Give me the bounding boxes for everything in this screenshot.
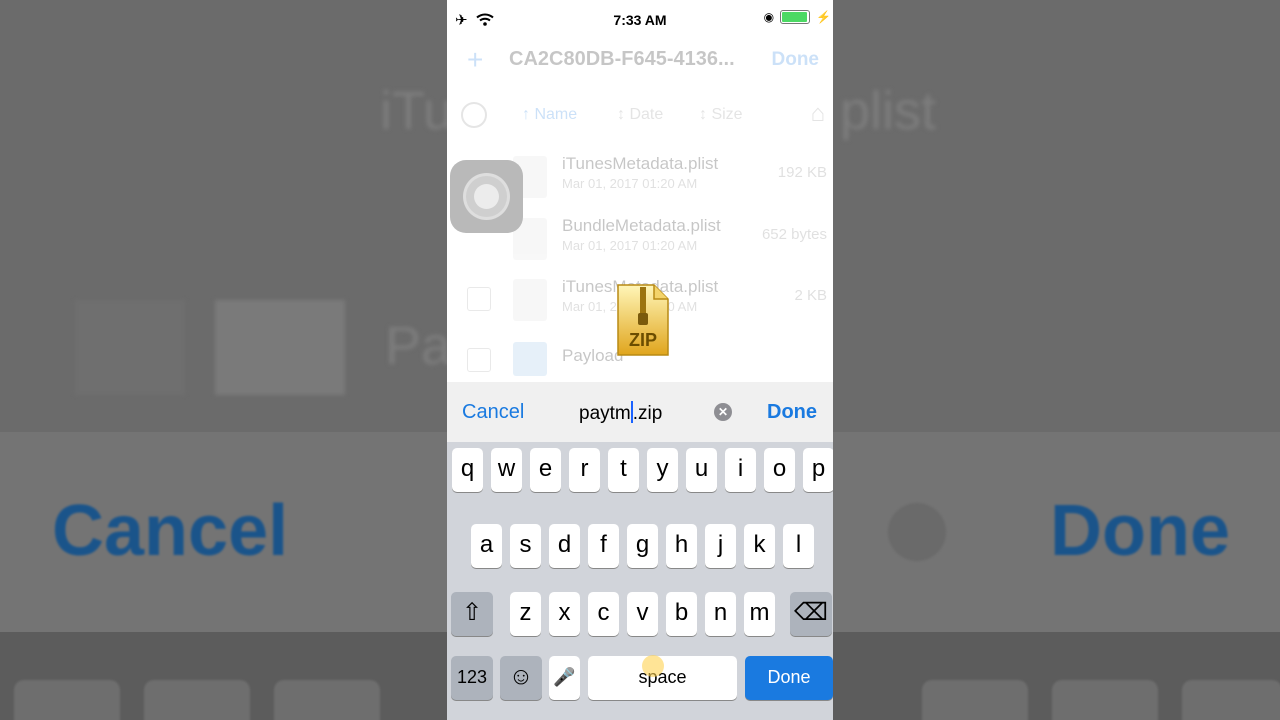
backdrop-key — [1052, 680, 1158, 720]
backdrop-done-text: Done — [1050, 491, 1230, 571]
file-size: 2 KB — [794, 287, 827, 304]
charging-icon: ⚡ — [816, 10, 831, 24]
numbers-key[interactable]: 123 — [451, 656, 493, 700]
zip-label: ZIP — [628, 330, 657, 350]
key-h[interactable]: h — [666, 524, 697, 568]
keyboard: ⇧ ⌫ 123 ☺ 🎤 space Done qwertyuiopasdfghj… — [447, 442, 833, 720]
file-name: BundleMetadata.plist — [562, 216, 721, 235]
sort-by-name[interactable]: ↑ Name — [522, 106, 577, 124]
file-checkbox[interactable] — [467, 348, 491, 372]
backdrop-text-plist: plist — [840, 81, 937, 141]
rename-bar: Cancel paytm .zip ✕ Done — [447, 382, 833, 442]
status-bar: ✈ 7:33 AM ◉ ⚡ — [447, 0, 833, 42]
backdrop-text-pa: Pa — [385, 316, 452, 376]
key-w[interactable]: w — [491, 448, 522, 492]
shift-key[interactable]: ⇧ — [451, 592, 493, 636]
key-r[interactable]: r — [569, 448, 600, 492]
key-m[interactable]: m — [744, 592, 775, 636]
cancel-button[interactable]: Cancel — [462, 401, 524, 424]
folder-icon — [513, 342, 547, 376]
assistive-touch-dot-icon — [474, 184, 499, 209]
backdrop-shape — [75, 300, 185, 395]
assistive-touch-button[interactable] — [450, 160, 523, 233]
backdrop-key — [1182, 680, 1280, 720]
select-all-circle[interactable] — [461, 102, 487, 128]
key-s[interactable]: s — [510, 524, 541, 568]
key-q[interactable]: q — [452, 448, 483, 492]
battery-icon — [780, 10, 811, 24]
done-button[interactable]: Done — [767, 401, 817, 424]
file-date: Mar 01, 2017 01:20 AM — [562, 176, 698, 191]
rotation-lock-icon: ◉ — [763, 10, 775, 24]
backdrop-key — [14, 680, 120, 720]
tag-icon[interactable]: ⌂ — [811, 100, 826, 128]
file-icon — [513, 279, 547, 321]
key-a[interactable]: a — [471, 524, 502, 568]
backdrop-cancel-text: Cancel — [52, 491, 289, 571]
folder-title: CA2C80DB-F645-4136... — [509, 48, 735, 70]
add-icon[interactable]: + — [467, 44, 483, 76]
touch-indicator — [642, 655, 664, 677]
file-size: 652 bytes — [761, 226, 827, 243]
key-l[interactable]: l — [783, 524, 814, 568]
key-k[interactable]: k — [744, 524, 775, 568]
backdrop-key — [922, 680, 1028, 720]
key-p[interactable]: p — [803, 448, 833, 492]
mic-key[interactable]: 🎤 — [549, 656, 580, 700]
key-j[interactable]: j — [705, 524, 736, 568]
sort-by-date[interactable]: ↕ Date — [617, 106, 663, 124]
backdrop-shape — [215, 300, 345, 395]
key-d[interactable]: d — [549, 524, 580, 568]
sort-by-size[interactable]: ↕ Size — [699, 106, 743, 124]
backdrop-key — [144, 680, 250, 720]
key-y[interactable]: y — [647, 448, 678, 492]
file-checkbox[interactable] — [467, 287, 491, 311]
backdrop-clear-icon — [888, 503, 946, 561]
phone-screen: ✈ 7:33 AM ◉ ⚡ + CA2C80DB-F645-4136... Do… — [447, 0, 833, 720]
sort-bar: ↑ Name ↕ Date ↕ Size ⌂ — [447, 98, 833, 132]
key-n[interactable]: n — [705, 592, 736, 636]
key-b[interactable]: b — [666, 592, 697, 636]
file-size: 192 KB — [777, 164, 827, 181]
nav-done-button[interactable]: Done — [772, 49, 820, 71]
key-u[interactable]: u — [686, 448, 717, 492]
key-f[interactable]: f — [588, 524, 619, 568]
key-c[interactable]: c — [588, 592, 619, 636]
backdrop-key — [274, 680, 380, 720]
filename-text-after-caret: .zip — [632, 403, 663, 424]
file-name: Payload — [562, 346, 624, 365]
clear-icon[interactable]: ✕ — [714, 403, 732, 421]
key-i[interactable]: i — [725, 448, 756, 492]
zip-file-icon: ZIP — [616, 283, 670, 357]
key-g[interactable]: g — [627, 524, 658, 568]
key-o[interactable]: o — [764, 448, 795, 492]
keyboard-done-key[interactable]: Done — [745, 656, 833, 700]
file-date: Mar 01, 2017 01:20 AM — [562, 238, 698, 253]
backdrop-text-it: iTu — [380, 81, 454, 141]
file-name: iTunesMetadata.plist — [562, 154, 719, 173]
key-e[interactable]: e — [530, 448, 561, 492]
key-v[interactable]: v — [627, 592, 658, 636]
file-browser-navbar: + CA2C80DB-F645-4136... Done — [447, 42, 833, 80]
key-x[interactable]: x — [549, 592, 580, 636]
status-right: ◉ ⚡ — [764, 10, 831, 24]
key-z[interactable]: z — [510, 592, 541, 636]
filename-input[interactable]: paytm .zip — [579, 401, 662, 425]
delete-key[interactable]: ⌫ — [790, 592, 832, 636]
emoji-key[interactable]: ☺ — [500, 656, 542, 700]
filename-text-before-caret: paytm — [579, 403, 631, 424]
key-t[interactable]: t — [608, 448, 639, 492]
